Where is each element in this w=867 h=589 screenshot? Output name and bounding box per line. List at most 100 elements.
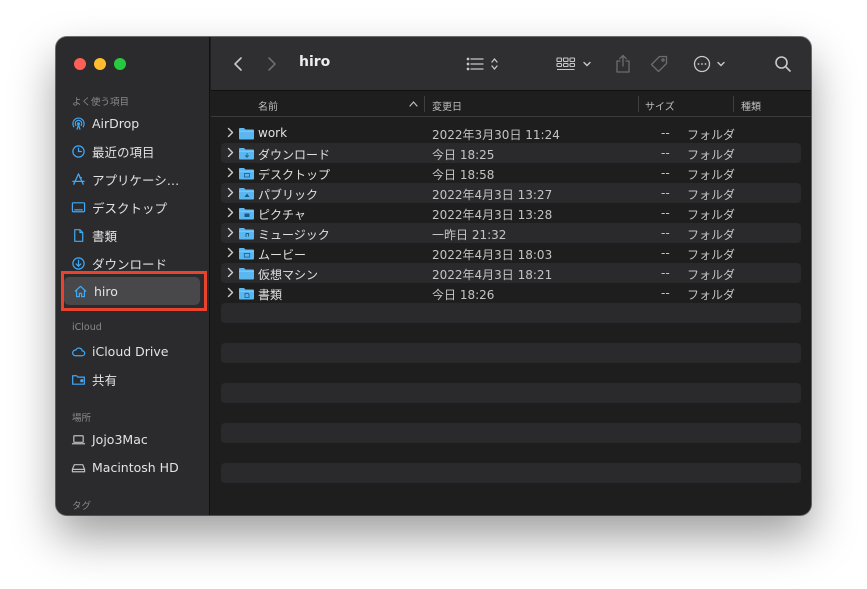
empty-row [221,443,801,463]
file-modified: 今日 18:26 [432,288,495,302]
action-button[interactable] [693,52,729,76]
tag-button[interactable] [648,52,670,76]
sidebar-item-desktop[interactable]: デスクトップ [70,195,202,219]
download-icon [70,255,86,271]
file-name: デスクトップ [258,168,331,182]
column-divider[interactable] [638,96,639,112]
folder-icon [239,228,254,240]
file-size: -- [661,206,670,220]
clock-icon [70,143,86,159]
chevron-left-icon [234,57,242,71]
file-name: ミュージック [258,228,330,242]
sidebar-item-jojo3mac[interactable]: Jojo3Mac [70,427,202,451]
sidebar-item-applications[interactable]: アプリケーシ… [70,167,202,191]
file-kind: フォルダ [687,168,736,182]
file-size: -- [661,286,670,300]
finder-window: よく使う項目 AirDrop 最近の項目 アプリケーシ… デスクトップ 書類 ダ… [56,37,811,515]
column-divider[interactable] [424,96,425,112]
empty-row [221,303,801,323]
file-kind: フォルダ [687,148,736,162]
file-name: work [258,126,288,140]
disclosure-triangle-icon[interactable] [227,167,234,178]
file-modified: 一昨日 21:32 [432,228,507,242]
document-icon [70,227,86,243]
file-modified: 2022年3月30日 11:24 [432,128,560,142]
disclosure-triangle-icon[interactable] [227,247,234,258]
disclosure-triangle-icon[interactable] [227,267,234,278]
zoom-button[interactable] [114,58,126,70]
column-size[interactable]: サイズ [645,98,675,113]
view-options-button[interactable] [466,52,504,76]
highlight-box [61,271,207,311]
folder-icon [239,188,254,200]
folder-icon [239,208,254,220]
close-button[interactable] [74,58,86,70]
file-list: work 2022年3月30日 11:24 -- フォルダ ダウンロード 今日 18:25… [221,123,801,503]
file-row[interactable]: デスクトップ 今日 18:58 -- フォルダ [221,163,801,183]
disclosure-triangle-icon[interactable] [227,287,234,298]
sidebar-item-documents[interactable]: 書類 [70,223,202,247]
sidebar-item-shared[interactable]: 共有 [70,367,202,391]
sidebar-item-label: 書類 [92,228,118,244]
back-button[interactable] [229,52,247,76]
file-kind: フォルダ [687,188,736,202]
chevron-right-icon [268,57,276,71]
forward-button[interactable] [263,52,281,76]
file-row[interactable]: ピクチャ 2022年4月3日 13:28 -- フォルダ [221,203,801,223]
disclosure-triangle-icon[interactable] [227,227,234,238]
group-button[interactable] [556,52,596,76]
file-row[interactable]: work 2022年3月30日 11:24 -- フォルダ [221,123,801,143]
file-modified: 今日 18:25 [432,148,495,162]
sidebar-section-tags: タグ [72,501,92,512]
file-kind: フォルダ [687,128,736,142]
list-view-icon [466,57,498,71]
column-kind[interactable]: 種類 [741,98,761,113]
sort-ascending-icon[interactable] [409,101,418,107]
sidebar-item-macintosh-hd[interactable]: Macintosh HD [70,455,202,479]
empty-row [221,383,801,403]
file-size: -- [661,246,670,260]
file-size: -- [661,266,670,280]
applications-icon [70,171,86,187]
folder-icon [239,168,254,180]
file-row[interactable]: ムービー 2022年4月3日 18:03 -- フォルダ [221,243,801,263]
file-name: ムービー [258,248,307,262]
airdrop-icon [70,115,86,131]
sidebar: よく使う項目 AirDrop 最近の項目 アプリケーシ… デスクトップ 書類 ダ… [56,37,210,515]
more-icon [693,55,725,73]
minimize-button[interactable] [94,58,106,70]
sidebar-item-label: アプリケーシ… [92,172,180,188]
search-button[interactable] [773,52,793,76]
file-row[interactable]: ダウンロード 今日 18:25 -- フォルダ [221,143,801,163]
file-row[interactable]: ミュージック 一昨日 21:32 -- フォルダ [221,223,801,243]
sidebar-item-airdrop[interactable]: AirDrop [70,111,202,135]
disclosure-triangle-icon[interactable] [227,147,234,158]
column-name[interactable]: 名前 [258,98,278,113]
search-icon [775,56,791,72]
file-row[interactable]: パブリック 2022年4月3日 13:27 -- フォルダ [221,183,801,203]
tag-icon [650,55,668,73]
file-name: 書類 [258,288,283,302]
file-row[interactable]: 仮想マシン 2022年4月3日 18:21 -- フォルダ [221,263,801,283]
disclosure-triangle-icon[interactable] [227,187,234,198]
sidebar-item-label: Jojo3Mac [92,431,148,447]
empty-row [221,423,801,443]
sidebar-item-icloud-drive[interactable]: iCloud Drive [70,339,202,363]
disclosure-triangle-icon[interactable] [227,127,234,138]
column-divider[interactable] [733,96,734,112]
sidebar-item-recents[interactable]: 最近の項目 [70,139,202,163]
disclosure-triangle-icon[interactable] [227,207,234,218]
sidebar-item-label: 共有 [92,372,118,388]
drive-icon [70,459,86,475]
file-row[interactable]: 書類 今日 18:26 -- フォルダ [221,283,801,303]
share-button[interactable] [613,52,633,76]
laptop-icon [70,431,86,447]
empty-row [221,463,801,483]
file-modified: 2022年4月3日 18:03 [432,248,553,262]
file-size: -- [661,146,670,160]
column-modified[interactable]: 変更日 [432,98,462,113]
folder-icon [239,128,254,140]
file-size: -- [661,226,670,240]
file-size: -- [661,166,670,180]
empty-row [221,403,801,423]
